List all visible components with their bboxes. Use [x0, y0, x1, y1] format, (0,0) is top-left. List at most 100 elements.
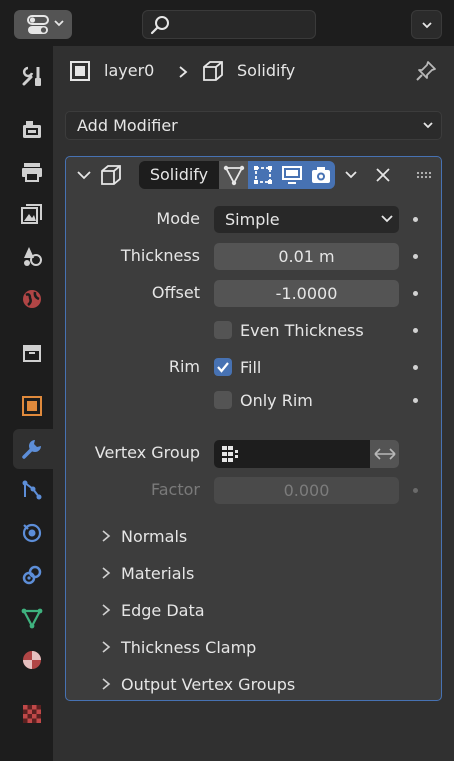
solidify-modifier-panel: Solidify Mode Simple Thickness 0.01 m Of…	[65, 156, 442, 701]
camera-icon	[311, 167, 330, 183]
modifier-header: Solidify	[66, 157, 441, 193]
tab-data[interactable]	[13, 598, 53, 638]
mode-value: Simple	[225, 210, 280, 229]
invert-vertex-group-button[interactable]	[370, 440, 399, 468]
solidify-modifier-icon	[101, 165, 121, 185]
keyframe-dot-mode[interactable]	[413, 217, 418, 222]
tab-output[interactable]	[13, 152, 53, 192]
breadcrumb-modifier-name: Solidify	[237, 61, 296, 80]
subpanel-normals[interactable]: Normals	[101, 524, 187, 548]
object-square-icon	[22, 396, 42, 416]
subpanel-label: Thickness Clamp	[121, 637, 257, 657]
keyframe-dot-even-thickness[interactable]	[413, 328, 418, 333]
tab-tool[interactable]	[13, 56, 53, 96]
subpanel-label: Edge Data	[121, 600, 205, 620]
offset-label: Offset	[151, 283, 200, 302]
keyframe-dot-thickness[interactable]	[413, 254, 418, 259]
add-modifier-label: Add Modifier	[77, 116, 178, 135]
offset-field[interactable]: -1.0000	[214, 280, 399, 307]
collapse-chevron-icon[interactable]	[76, 167, 92, 183]
chevron-right-icon	[102, 530, 111, 542]
rim-label: Rim	[168, 357, 200, 376]
chevron-down-icon	[421, 21, 432, 28]
fill-checkbox[interactable]: Fill	[214, 356, 261, 378]
chevron-right-icon	[179, 66, 188, 78]
subpanel-label: Materials	[121, 563, 195, 583]
mesh-data-icon	[21, 608, 43, 629]
render-toggle[interactable]	[306, 161, 335, 189]
even-thickness-checkbox[interactable]: Even Thickness	[214, 319, 364, 341]
subpanel-thickness-clamp[interactable]: Thickness Clamp	[101, 635, 256, 659]
editor-type-button[interactable]	[14, 10, 72, 39]
breadcrumb-object-name: layer0	[104, 61, 155, 80]
printer-icon	[22, 163, 42, 182]
solidify-modifier-icon	[203, 61, 223, 81]
tab-modifiers[interactable]	[13, 429, 53, 469]
factor-label: Factor	[151, 480, 200, 499]
chevron-right-icon	[102, 641, 111, 653]
checkerboard-icon	[23, 705, 41, 723]
modifier-name-field[interactable]: Solidify	[139, 161, 219, 189]
options-dropdown-button[interactable]	[411, 10, 442, 39]
monitor-icon	[281, 166, 302, 184]
keyframe-dot-only-rim[interactable]	[413, 398, 418, 403]
factor-field[interactable]: 0.000	[214, 477, 399, 504]
edit-mode-toggle[interactable]	[248, 161, 277, 189]
keyframe-dot-factor[interactable]	[413, 488, 418, 493]
collection-box-icon	[23, 345, 41, 362]
tab-render[interactable]	[13, 109, 53, 149]
camera-back-icon	[23, 121, 41, 138]
constraints-icon	[22, 565, 42, 585]
chevron-down-icon[interactable]	[344, 168, 358, 182]
tab-constraints[interactable]	[13, 555, 53, 595]
checkmark-icon	[217, 362, 229, 373]
object-icon	[70, 61, 90, 81]
tab-view-layer[interactable]	[13, 194, 53, 234]
thickness-field[interactable]: 0.01 m	[214, 243, 399, 270]
tab-world[interactable]	[13, 279, 53, 319]
keyframe-dot-offset[interactable]	[413, 291, 418, 296]
tab-material[interactable]	[13, 640, 53, 680]
keyframe-dot-fill[interactable]	[413, 365, 418, 370]
mode-select[interactable]: Simple	[214, 206, 399, 233]
vertex-group-icon	[222, 446, 238, 462]
vertex-group-field[interactable]	[214, 440, 370, 468]
add-modifier-dropdown[interactable]: Add Modifier	[65, 111, 442, 140]
vertex-group-label: Vertex Group	[94, 443, 200, 462]
double-arrow-icon	[373, 448, 396, 460]
checkbox-box[interactable]	[214, 391, 232, 409]
chevron-down-icon	[381, 215, 393, 223]
on-cage-toggle[interactable]	[219, 161, 248, 189]
pin-icon[interactable]	[414, 59, 438, 83]
subpanel-label: Normals	[121, 526, 188, 546]
scene-icon	[24, 247, 42, 266]
checkbox-box[interactable]	[214, 321, 232, 339]
close-icon[interactable]	[375, 167, 391, 183]
chevron-down-icon	[423, 122, 433, 129]
viewport-toggle[interactable]	[277, 161, 306, 189]
tab-collection[interactable]	[13, 333, 53, 373]
tab-particles[interactable]	[13, 470, 53, 510]
subpanel-output-vertex-groups[interactable]: Output Vertex Groups	[101, 672, 295, 696]
thickness-label: Thickness	[120, 246, 200, 265]
chevron-right-icon	[102, 567, 111, 579]
only-rim-checkbox[interactable]: Only Rim	[214, 389, 313, 411]
drag-handle-icon[interactable]	[416, 171, 432, 179]
tab-scene[interactable]	[13, 236, 53, 276]
checkbox-box[interactable]	[214, 358, 232, 376]
subpanel-edge-data[interactable]: Edge Data	[101, 598, 205, 622]
even-thickness-label: Even Thickness	[240, 320, 364, 340]
subpanel-materials[interactable]: Materials	[101, 561, 194, 585]
fill-label: Fill	[240, 357, 262, 377]
search-icon	[150, 16, 169, 35]
search-input[interactable]	[142, 10, 316, 39]
properties-editor-icon	[27, 14, 49, 34]
tab-physics[interactable]	[13, 513, 53, 553]
mode-label: Mode	[156, 209, 200, 228]
subpanel-label: Output Vertex Groups	[121, 674, 296, 694]
wrench-icon	[22, 440, 41, 459]
tab-texture[interactable]	[13, 694, 53, 734]
chevron-right-icon	[102, 604, 111, 616]
properties-tabs-sidebar	[0, 46, 53, 761]
tab-object[interactable]	[13, 386, 53, 426]
